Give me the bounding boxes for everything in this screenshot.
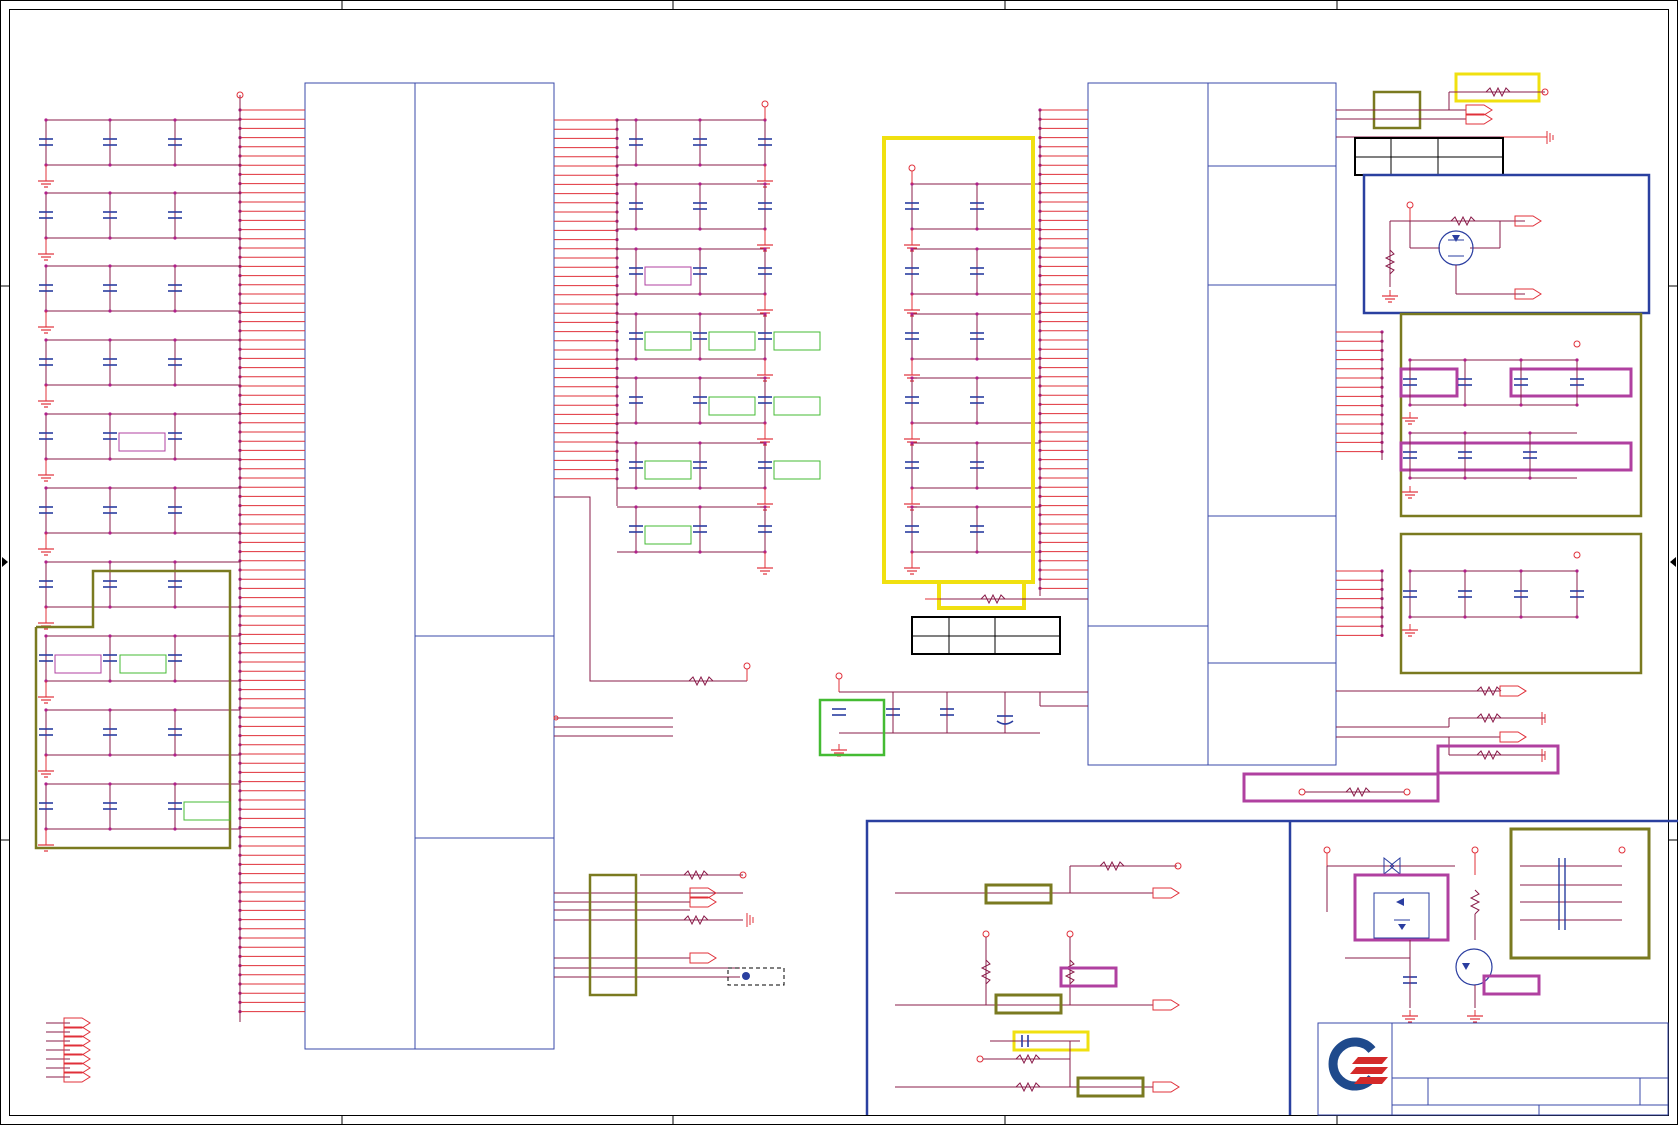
- ground-symbol-icon: [37, 690, 55, 704]
- left-decoupling-capacitors: [37, 118, 240, 852]
- right-ic-output-nets: [1242, 685, 1560, 803]
- ground-symbol-icon: [37, 247, 55, 261]
- test-point-icon: [742, 972, 750, 980]
- left-ic-right-pins: [554, 118, 619, 506]
- ground-symbol-icon: [37, 394, 55, 408]
- ground-symbol-icon: [1401, 411, 1419, 425]
- schematic-sheet: [0, 0, 1678, 1125]
- ground-symbol-icon: [37, 174, 55, 188]
- top-right-table: [1354, 137, 1504, 176]
- power-pin-icon: [1573, 340, 1581, 348]
- left-arrow-icon: [2, 557, 8, 567]
- middle-bank-highlights: [644, 266, 821, 545]
- top-right-circuit: [1336, 72, 1554, 144]
- mosfet-symbol-icon: [1455, 948, 1493, 986]
- left-ic-misc-nets: [553, 496, 785, 997]
- ground-symbol-icon: [37, 542, 55, 556]
- ic-block-right: [1087, 82, 1337, 766]
- ground-symbol-icon: [37, 320, 55, 334]
- right-arrow-icon: [1670, 557, 1676, 567]
- power-pin-icon: [1573, 551, 1581, 559]
- left-ic-pins: [236, 91, 305, 1022]
- ic-block-left: [304, 82, 555, 1050]
- center-table: [911, 616, 1061, 655]
- title-block: [1317, 1022, 1669, 1116]
- bottom-center-capacitors: [818, 672, 1088, 757]
- bottom-interface-panel: [865, 819, 1678, 1115]
- olive-capacitor-group-2: [1399, 532, 1643, 675]
- ground-symbol-icon: [756, 561, 774, 575]
- ground-symbol-icon: [37, 468, 55, 482]
- ground-symbol-icon: [1401, 623, 1419, 637]
- power-pin-icon: [761, 100, 769, 108]
- ground-symbol-icon: [37, 764, 55, 778]
- bottom-left-connectors: [46, 1017, 91, 1083]
- mosfet-switch-block: [1362, 173, 1651, 315]
- left-bank-highlights: [34, 432, 232, 850]
- center-decoupling-capacitors: [903, 164, 1040, 575]
- ground-symbol-icon: [903, 561, 921, 575]
- company-logo-icon: [1328, 1037, 1388, 1091]
- olive-capacitor-group-1: [1399, 312, 1643, 518]
- power-pin-icon: [908, 164, 916, 172]
- right-ic-right-pins: [1336, 330, 1384, 638]
- bottom-right-power-circuit: [1323, 827, 1651, 1023]
- right-ic-left-pins: [1038, 108, 1088, 596]
- middle-decoupling-capacitors: [617, 100, 774, 575]
- ground-symbol-icon: [1401, 485, 1419, 499]
